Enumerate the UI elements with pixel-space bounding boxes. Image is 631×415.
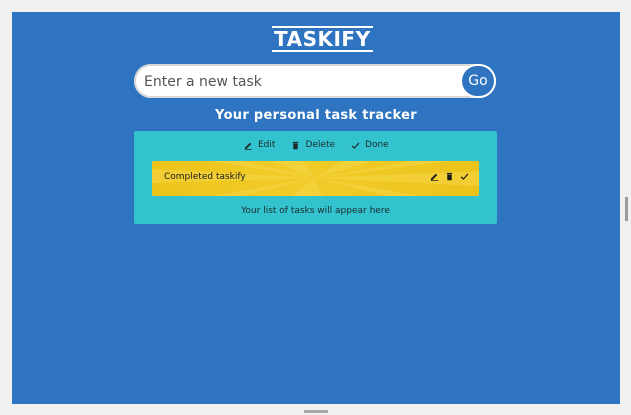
legend-edit: Edit	[244, 140, 275, 150]
window-frame: TASKIFY Go Your personal task tracker Ed…	[0, 0, 631, 415]
page-tagline: Your personal task tracker	[215, 108, 417, 123]
legend-edit-label: Edit	[258, 140, 276, 150]
task-actions	[430, 172, 469, 181]
check-icon[interactable]	[460, 172, 469, 181]
pencil-icon[interactable]	[430, 172, 439, 181]
check-icon	[351, 142, 360, 149]
legend-delete: Delete	[291, 140, 335, 150]
resize-handle-bottom[interactable]	[304, 410, 328, 413]
go-button[interactable]: Go	[462, 66, 494, 96]
resize-handle-right[interactable]	[625, 197, 628, 221]
task-list-hint: Your list of tasks will appear here	[241, 206, 390, 216]
app-header: TASKIFY	[272, 26, 373, 54]
pencil-icon	[244, 142, 253, 150]
new-task-input[interactable]	[142, 66, 456, 98]
legend-done-label: Done	[365, 140, 389, 150]
legend-delete-label: Delete	[305, 140, 336, 150]
trash-icon[interactable]	[445, 172, 454, 181]
task-entry-form	[134, 64, 496, 98]
task-text: Completed taskify	[164, 172, 246, 182]
action-legend: Edit Delete Done	[244, 138, 389, 152]
trash-icon	[293, 141, 299, 149]
app-logo: TASKIFY	[272, 26, 373, 52]
legend-done: Done	[351, 140, 389, 150]
task-item: Completed taskify	[152, 161, 479, 196]
